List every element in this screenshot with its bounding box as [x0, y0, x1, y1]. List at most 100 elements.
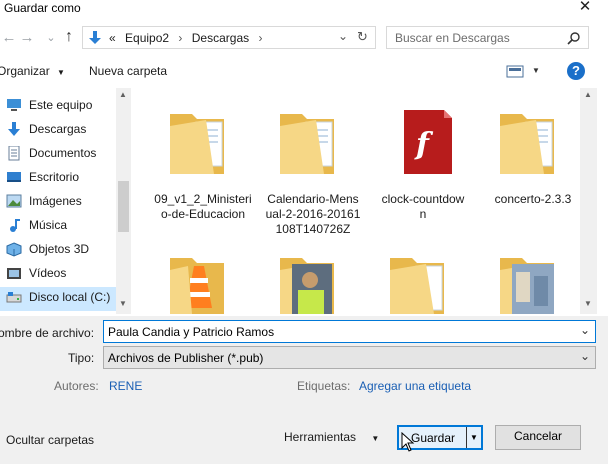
scroll-down-icon[interactable]: ▼: [119, 299, 127, 308]
file-name-line: n: [419, 207, 427, 221]
folder-icon[interactable]: [166, 252, 240, 314]
scroll-down-icon[interactable]: ▼: [584, 299, 592, 308]
scroll-up-icon[interactable]: ▲: [119, 90, 127, 99]
download-icon: [8, 122, 20, 136]
tree-item-este-equipo[interactable]: Este equipo: [0, 95, 116, 119]
file-type-dropdown-icon[interactable]: ⌄: [580, 349, 590, 363]
back-arrow-icon[interactable]: ←: [0, 29, 18, 47]
tree-item-objetos-3d[interactable]: Objetos 3D: [0, 239, 116, 263]
tree-item-escritorio[interactable]: Escritorio: [0, 167, 116, 191]
tools-label: Herramientas: [284, 430, 357, 444]
folder-icon[interactable]: [166, 106, 240, 176]
forward-arrow-icon[interactable]: →: [18, 29, 36, 47]
mouse-cursor-icon: [401, 432, 415, 452]
file-name-line: clock-countdow: [381, 192, 465, 206]
tree-label: Descargas: [29, 122, 87, 136]
folder-icon[interactable]: [276, 106, 350, 176]
breadcrumb-separator-icon[interactable]: ›: [178, 31, 182, 45]
breadcrumb: « Equipo2 › Descargas ›: [109, 31, 262, 45]
window-title: Guardar como: [4, 1, 81, 15]
view-options-icon[interactable]: [506, 65, 524, 78]
file-item[interactable]: concerto-2.3.3: [478, 192, 580, 207]
tags-label: Etiquetas:: [297, 379, 351, 393]
organize-button[interactable]: Organizar ▼: [0, 64, 65, 78]
refresh-icon[interactable]: ↻: [357, 29, 368, 45]
tree-label: Escritorio: [29, 170, 80, 184]
breadcrumb-item-descargas[interactable]: Descargas: [192, 31, 249, 45]
authors-value[interactable]: RENE: [109, 379, 142, 393]
address-dropdown-icon[interactable]: ⌄: [338, 29, 348, 43]
desktop-icon: [7, 172, 21, 182]
tree-item-descargas[interactable]: Descargas: [0, 119, 116, 143]
up-arrow-icon[interactable]: ↑: [60, 28, 78, 46]
tree-label: Objetos 3D: [29, 242, 90, 256]
tools-button[interactable]: Herramientas ▼: [284, 430, 379, 444]
file-item[interactable]: 09_v1_2_Ministeri o-de-Educacion: [148, 192, 258, 222]
file-name-line: 108T140726Z: [275, 222, 351, 236]
filename-field[interactable]: Paula Candia y Patricio Ramos ⌄: [103, 320, 596, 343]
save-dropdown-icon[interactable]: ▼: [470, 427, 478, 448]
breadcrumb-overflow[interactable]: «: [109, 31, 116, 45]
file-item[interactable]: Calendario-Mens ual-2-2016-20161 108T140…: [258, 192, 368, 237]
tree-label: Documentos: [29, 146, 97, 160]
breadcrumb-separator-icon[interactable]: ›: [258, 31, 262, 45]
file-name-line: concerto-2.3.3: [494, 192, 572, 206]
breadcrumb-item-equipo2[interactable]: Equipo2: [125, 31, 169, 45]
tree-label: Música: [29, 218, 68, 232]
file-item[interactable]: clock-countdow n: [368, 192, 478, 222]
save-label: Guardar: [411, 431, 456, 445]
folder-icon[interactable]: [386, 252, 460, 314]
tree-label: Disco local (C:): [29, 290, 111, 304]
drive-icon: [6, 292, 22, 303]
filename-value: Paula Candia y Patricio Ramos: [108, 325, 275, 339]
music-icon: [10, 219, 20, 232]
folder-with-photo-icon[interactable]: [496, 252, 570, 314]
tree-item-disco-local[interactable]: Disco local (C:): [0, 287, 116, 311]
chevron-down-icon: ▼: [57, 68, 65, 77]
tree-item-musica[interactable]: Música: [0, 215, 116, 239]
tree-item-imagenes[interactable]: Imágenes: [0, 191, 116, 215]
organize-label: Organizar: [0, 64, 50, 78]
tree-label: Imágenes: [29, 194, 82, 208]
history-dropdown-icon[interactable]: ⌄: [42, 29, 60, 47]
scroll-up-icon[interactable]: ▲: [584, 90, 592, 99]
filename-dropdown-icon[interactable]: ⌄: [580, 323, 590, 337]
navigation-tree: Este equipo Descargas Documentos Escrito…: [0, 88, 132, 314]
chevron-down-icon: ▼: [371, 434, 380, 443]
tree-label: Este equipo: [29, 98, 93, 112]
file-name-line: ual-2-2016-20161: [265, 207, 361, 221]
pictures-icon: [6, 194, 22, 208]
flash-file-icon[interactable]: f: [394, 110, 454, 176]
tree-label: Vídeos: [29, 266, 67, 280]
help-icon[interactable]: ?: [567, 62, 585, 80]
search-icon[interactable]: [567, 31, 581, 45]
title-bar: [0, 0, 608, 22]
file-type-select[interactable]: Archivos de Publisher (*.pub) ⌄: [103, 346, 596, 369]
tree-scrollbar-thumb[interactable]: [118, 181, 129, 232]
hide-folders-button[interactable]: Ocultar carpetas: [6, 433, 94, 447]
type-label: Tipo:: [68, 351, 95, 365]
documents-icon: [8, 146, 20, 161]
new-folder-button[interactable]: Nueva carpeta: [89, 64, 167, 78]
close-icon[interactable]: ✕: [576, 0, 594, 17]
download-icon: [89, 31, 101, 44]
authors-label: Autores:: [54, 379, 99, 393]
split-divider: [466, 427, 467, 448]
cancel-button[interactable]: Cancelar: [495, 425, 581, 450]
view-dropdown-icon[interactable]: ▼: [532, 66, 540, 75]
filename-label: ombre de archivo:: [0, 326, 95, 340]
file-type-value: Archivos de Publisher (*.pub): [108, 351, 264, 365]
tree-item-videos[interactable]: Vídeos: [0, 263, 116, 287]
file-name-line: 09_v1_2_Ministeri: [154, 192, 252, 206]
folder-icon[interactable]: [496, 106, 570, 176]
folder-with-photo-icon[interactable]: [276, 252, 350, 314]
address-bar[interactable]: « Equipo2 › Descargas › ⌄ ↻: [82, 26, 376, 49]
file-list-scrollbar[interactable]: [580, 88, 597, 314]
add-tag-link[interactable]: Agregar una etiqueta: [359, 379, 471, 393]
search-input[interactable]: Buscar en Descargas: [395, 31, 510, 45]
search-box[interactable]: Buscar en Descargas: [386, 26, 589, 49]
file-list: 09_v1_2_Ministeri o-de-Educacion Calenda…: [132, 88, 580, 314]
objects3d-icon: [6, 242, 22, 257]
tree-item-documentos[interactable]: Documentos: [0, 143, 116, 167]
computer-icon: [7, 99, 21, 111]
